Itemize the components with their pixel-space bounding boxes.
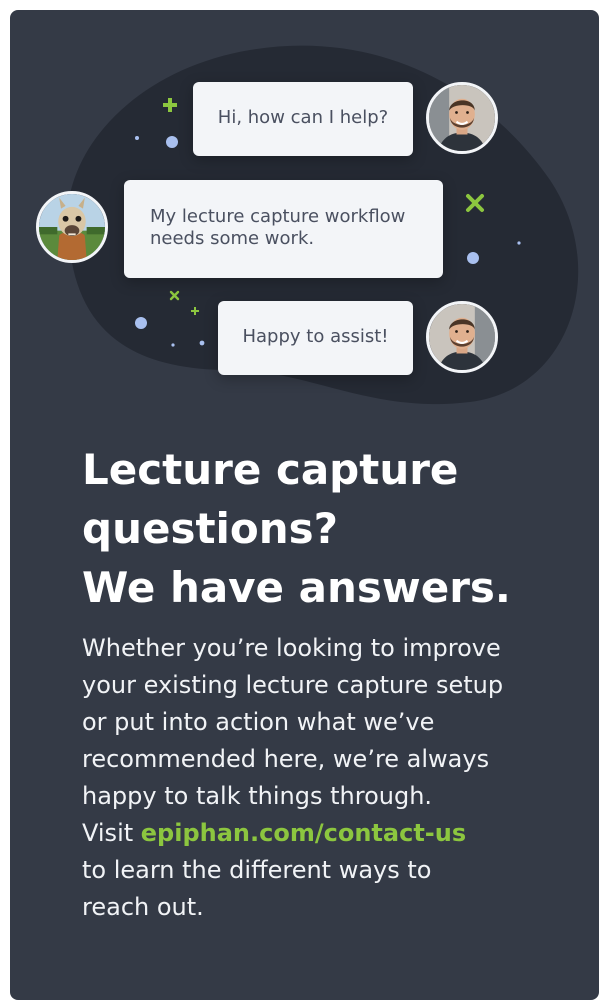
body-line: recommended here, we’re always	[82, 745, 490, 773]
chat-bubble-text: Happy to assist!	[242, 326, 389, 347]
user-avatar	[36, 191, 108, 263]
dot-decoration	[171, 343, 175, 347]
chat-bubble-user-message: My lecture capture workflow needs some w…	[124, 180, 443, 278]
page-title-line: Lecture capture	[82, 445, 459, 494]
body-line: happy to talk things through.	[82, 782, 433, 810]
body-line: reach out.	[82, 893, 204, 921]
dot-decoration	[467, 252, 479, 264]
chat-bubble-text: Hi, how can I help?	[217, 107, 389, 128]
body-line: to learn the different ways to	[82, 856, 432, 884]
visit-prefix: Visit	[82, 819, 141, 847]
page-title-line: questions?	[82, 504, 339, 553]
chat-bubble-agent-reply: Happy to assist!	[218, 301, 413, 375]
body-line: or put into action what we’ve	[82, 708, 435, 736]
page-title: Lecture capture questions? We have answe…	[82, 440, 562, 617]
body-line-visit: Visit epiphan.com/contact-us	[82, 815, 552, 852]
chat-bubble-text: needs some work.	[150, 228, 315, 249]
body-line: Whether you’re looking to improve	[82, 634, 501, 662]
chat-bubble-text: My lecture capture workflow	[150, 206, 406, 227]
contact-card: Hi, how can I help? My lecture capture w…	[10, 10, 599, 1000]
agent-avatar	[426, 301, 498, 373]
llama-avatar-icon	[39, 194, 105, 260]
dot-decoration	[135, 136, 139, 140]
body-paragraph: Whether you’re looking to improve your e…	[82, 630, 552, 926]
agent-avatar	[426, 82, 498, 154]
body-line: your existing lecture capture setup	[82, 671, 504, 699]
dot-decoration	[135, 317, 147, 329]
dot-decoration	[166, 136, 178, 148]
dot-decoration	[199, 340, 205, 346]
chat-bubble-agent-greeting: Hi, how can I help?	[193, 82, 413, 156]
contact-us-link[interactable]: epiphan.com/contact-us	[141, 819, 466, 847]
page-title-line: We have answers.	[82, 563, 511, 612]
smiling-man-avatar-icon	[429, 304, 495, 370]
smiling-man-avatar-icon	[429, 85, 495, 151]
dot-decoration	[517, 241, 521, 245]
